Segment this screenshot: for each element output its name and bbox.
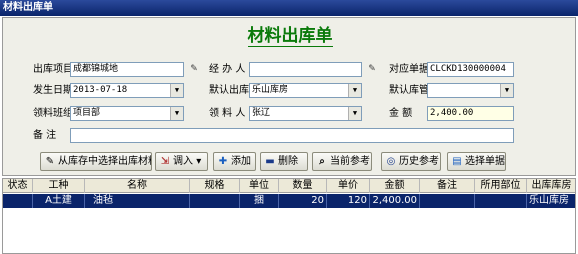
col-store[interactable]: 出库库房 [527, 179, 575, 193]
date-value: 2013-07-18 [73, 85, 128, 95]
col-part[interactable]: 所用部位 [475, 179, 527, 193]
table-row[interactable]: A土建 油毡 捆 20 120 2,400.00 乐山库房 [3, 194, 575, 208]
minus-icon: ▬ [265, 156, 275, 167]
chevron-down-icon[interactable]: ▼ [500, 84, 513, 97]
chevron-down-icon[interactable]: ▼ [170, 107, 183, 120]
col-qty[interactable]: 数量 [279, 179, 327, 193]
pick-icon: ✎ [45, 156, 55, 167]
col-unit[interactable]: 单位 [240, 179, 279, 193]
cell-store: 乐山库房 [527, 194, 575, 208]
from-stock-button[interactable]: ✎ 从库存中选择出库材料 [40, 152, 152, 171]
magnifier-icon: ⌕ [319, 156, 325, 167]
team-value: 项目部 [73, 108, 101, 118]
cell-part [475, 194, 527, 208]
keeper-label: 默认库管 [389, 85, 429, 96]
date-select[interactable]: 2013-07-18 ▼ [70, 83, 184, 98]
handler-field[interactable] [249, 62, 362, 77]
cell-amount: 2,400.00 [370, 194, 420, 208]
receiver-label: 领 料 人 [209, 108, 246, 119]
material-table: 状态 工种 名称 规格 单位 数量 单价 金额 备注 所用部位 出库库房 A土建… [2, 178, 576, 254]
current-ref-button[interactable]: ⌕ 当前参考 [312, 152, 372, 171]
warehouse-select[interactable]: 乐山库房 ▼ [249, 83, 362, 98]
delete-button[interactable]: ▬ 删除 [260, 152, 308, 171]
cell-spec [190, 194, 240, 208]
warehouse-label: 默认出库 [209, 85, 249, 96]
col-status[interactable]: 状态 [3, 179, 33, 193]
date-label: 发生日期 [33, 85, 73, 96]
col-note[interactable]: 备注 [420, 179, 475, 193]
history-icon: ◎ [386, 156, 396, 167]
add-button[interactable]: ✚ 添加 [213, 152, 256, 171]
ref-no-label: 对应单据 [389, 64, 429, 75]
plus-icon: ✚ [218, 156, 228, 167]
chevron-down-icon[interactable]: ▼ [348, 107, 361, 120]
history-ref-button[interactable]: ◎ 历史参考 [381, 152, 441, 171]
col-amount[interactable]: 金额 [370, 179, 420, 193]
receiver-select[interactable]: 张辽 ▼ [249, 106, 362, 121]
import-icon: ⇲ [160, 156, 170, 167]
col-price[interactable]: 单价 [327, 179, 370, 193]
cell-unit: 捆 [240, 194, 279, 208]
chevron-down-icon: ▾ [196, 156, 202, 167]
cell-name: 油毡 [85, 194, 190, 208]
document-icon: ▤ [452, 156, 462, 167]
amount-field: 2,400.00 [427, 106, 514, 121]
handler-pick-icon[interactable]: ✎ [365, 63, 379, 75]
col-trade[interactable]: 工种 [33, 179, 85, 193]
project-label: 出库项目 [33, 64, 73, 75]
import-button[interactable]: ⇲ 调入 ▾ [155, 152, 208, 171]
ref-no-field[interactable]: CLCKD130000004 [427, 62, 514, 77]
project-pick-icon[interactable]: ✎ [187, 63, 201, 75]
remark-label: 备 注 [33, 130, 57, 141]
select-doc-button[interactable]: ▤ 选择单据 [447, 152, 506, 171]
cell-price: 120 [327, 194, 370, 208]
cell-trade: A土建 [33, 194, 85, 208]
col-name[interactable]: 名称 [85, 179, 190, 193]
receiver-value: 张辽 [252, 108, 271, 118]
cell-note [420, 194, 475, 208]
remark-field[interactable] [70, 128, 514, 143]
handler-label: 经 办 人 [209, 64, 246, 75]
window-title: 材料出库单 [0, 0, 578, 16]
chevron-down-icon[interactable]: ▼ [170, 84, 183, 97]
team-label: 领料班组 [33, 108, 73, 119]
cell-qty: 20 [279, 194, 327, 208]
keeper-select[interactable]: ▼ [427, 83, 514, 98]
col-spec[interactable]: 规格 [190, 179, 240, 193]
chevron-down-icon[interactable]: ▼ [348, 84, 361, 97]
table-header: 状态 工种 名称 规格 单位 数量 单价 金额 备注 所用部位 出库库房 [3, 179, 575, 193]
project-field[interactable]: 成都锦城地 [70, 62, 184, 77]
form-heading: 材料出库单 [247, 26, 333, 47]
team-select[interactable]: 项目部 ▼ [70, 106, 184, 121]
amount-label: 金 额 [389, 108, 413, 119]
cell-status [3, 194, 33, 208]
warehouse-value: 乐山库房 [252, 85, 289, 95]
